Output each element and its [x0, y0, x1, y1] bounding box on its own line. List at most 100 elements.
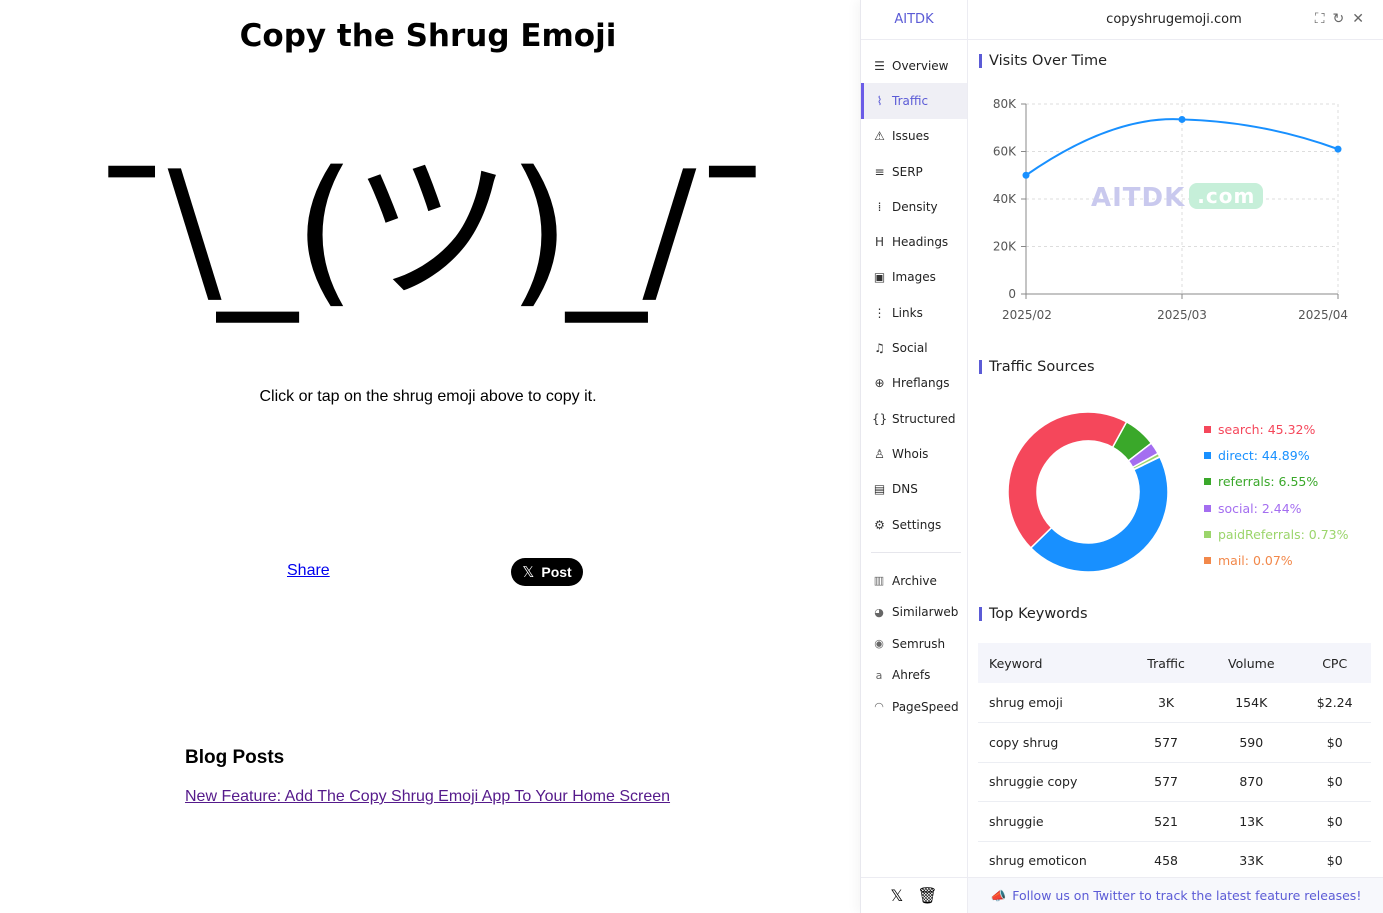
sidebar-item-hreflangs[interactable]: ⊕ Hreflangs: [861, 366, 967, 401]
sidebar-item-issues[interactable]: ⚠ Issues: [861, 119, 967, 154]
y-tick-label: 20K: [993, 240, 1017, 254]
table-cell: shrug emoji: [978, 683, 1128, 723]
sidebar-item-label: Headings: [892, 235, 949, 250]
y-tick-label: 0: [1008, 287, 1016, 301]
watermark: AITDK .com: [1091, 183, 1264, 213]
table-row[interactable]: shruggie copy 577 870 $0: [978, 762, 1371, 802]
user-search-icon: ♙: [874, 446, 885, 461]
column-header-keyword[interactable]: Keyword: [978, 643, 1128, 683]
x-logo-icon: 𝕏: [522, 564, 535, 581]
external-item-archive[interactable]: ▥ Archive: [861, 565, 967, 597]
crop-icon[interactable]: ⛶: [1315, 11, 1325, 27]
external-item-label: PageSpeed: [892, 699, 959, 714]
gear-icon: ⚙: [874, 517, 885, 532]
y-tick-label: 60K: [993, 145, 1017, 159]
topbar: copyshrugemoji.com ⛶ ↻ ✕: [968, 0, 1383, 40]
sidebar-item-links[interactable]: ⋮ Links: [861, 295, 967, 330]
shrug-emoji[interactable]: ¯\_(ツ)_/¯: [0, 95, 860, 365]
trash-icon[interactable]: 🗑: [917, 886, 937, 905]
legend-label: direct: 44.89%: [1218, 447, 1310, 463]
globe-icon: ⊕: [874, 376, 885, 391]
heading-icon: H: [874, 235, 885, 250]
twitter-follow-banner[interactable]: 📣 Follow us on Twitter to track the late…: [968, 877, 1383, 913]
sidebar-nav: ☰ Overview ⌇ Traffic ⚠ Issues ≡ SERP ⁞ Density H He…: [861, 48, 967, 542]
table-cell: 458: [1128, 841, 1205, 881]
legend-label: mail: 0.07%: [1218, 553, 1293, 569]
sidebar-item-density[interactable]: ⁞ Density: [861, 189, 967, 224]
refresh-icon[interactable]: ↻: [1333, 11, 1345, 27]
external-item-label: Ahrefs: [892, 668, 931, 683]
external-item-label: Archive: [892, 573, 937, 588]
close-icon[interactable]: ✕: [1352, 11, 1364, 27]
external-tools: ▥ Archive ◕ Similarweb ◉ Semrush a Ahrefs ◠ PageS…: [861, 565, 967, 723]
table-cell: shrug emoticon: [978, 841, 1128, 881]
x-twitter-icon[interactable]: 𝕏: [890, 886, 903, 905]
sidebar-item-whois[interactable]: ♙ Whois: [861, 436, 967, 471]
links-icon: ⋮: [873, 305, 886, 320]
share-link[interactable]: Share: [287, 562, 330, 580]
sidebar-item-settings[interactable]: ⚙ Settings: [861, 507, 967, 542]
sidebar-item-social[interactable]: ♫ Social: [861, 330, 967, 365]
legend-item-referrals[interactable]: referrals: 6.55%: [1204, 469, 1349, 495]
external-item-pagespeed[interactable]: ◠ PageSpeed: [861, 691, 967, 723]
sidebar-item-label: Links: [892, 305, 923, 320]
keywords-table: Keyword Traffic Volume CPC shrug emoji 3K 154…: [978, 643, 1371, 881]
table-cell: $0: [1298, 841, 1371, 881]
sidebar-item-headings[interactable]: H Headings: [861, 224, 967, 259]
sidebar-item-label: Overview: [892, 58, 949, 73]
legend-item-search[interactable]: search: 45.32%: [1204, 416, 1349, 442]
legend-swatch: [1204, 478, 1211, 486]
data-point: [1022, 171, 1030, 179]
external-item-semrush[interactable]: ◉ Semrush: [861, 628, 967, 660]
column-header-cpc[interactable]: CPC: [1298, 643, 1371, 683]
table-cell: 577: [1128, 722, 1205, 763]
external-item-similarweb[interactable]: ◕ Similarweb: [861, 597, 967, 629]
traffic-sources-donut: [1007, 411, 1169, 573]
external-item-label: Semrush: [892, 636, 946, 651]
sidebar-footer: 𝕏 🗑: [861, 877, 967, 913]
pagespeed-icon: ◠: [874, 700, 884, 714]
legend-swatch: [1204, 425, 1211, 433]
keywords-title: Top Keywords: [979, 607, 1088, 621]
post-label: Post: [541, 564, 572, 580]
external-item-ahrefs[interactable]: a Ahrefs: [861, 660, 967, 692]
legend-item-direct[interactable]: direct: 44.89%: [1204, 442, 1349, 468]
table-cell: shruggie copy: [978, 762, 1128, 802]
sidebar-item-serp[interactable]: ≡ SERP: [861, 154, 967, 189]
sidebar-item-label: Images: [892, 270, 936, 285]
table-row[interactable]: shrug emoji 3K 154K $2.24: [978, 683, 1371, 723]
legend-label: paidReferrals: 0.73%: [1218, 526, 1349, 542]
legend-label: social: 2.44%: [1218, 500, 1302, 516]
x-post-button[interactable]: 𝕏 Post: [511, 558, 583, 586]
table-cell: $0: [1298, 762, 1371, 802]
sidebar-item-label: Traffic: [892, 93, 929, 108]
sidebar-item-overview[interactable]: ☰ Overview: [861, 48, 967, 83]
blog-post-link[interactable]: New Feature: Add The Copy Shrug Emoji Ap…: [185, 788, 670, 806]
column-header-traffic[interactable]: Traffic: [1128, 643, 1205, 683]
legend-item-mail[interactable]: mail: 0.07%: [1204, 547, 1349, 573]
sidebar-item-label: Issues: [892, 129, 930, 144]
slice-direct: [1029, 455, 1169, 573]
legend-swatch: [1204, 530, 1211, 538]
external-item-label: Similarweb: [892, 605, 959, 620]
table-cell: 154K: [1204, 683, 1299, 723]
legend-swatch: [1204, 451, 1211, 459]
brand-logo[interactable]: AITDK: [861, 0, 967, 40]
table-row[interactable]: copy shrug 577 590 $0: [978, 722, 1371, 763]
legend-item-social[interactable]: social: 2.44%: [1204, 495, 1349, 521]
copy-instruction: Click or tap on the shrug emoji above to…: [259, 388, 597, 405]
column-header-volume[interactable]: Volume: [1204, 643, 1299, 683]
archive-icon: ▥: [873, 574, 885, 588]
social-icon: ♫: [874, 341, 885, 356]
aitdk-panel: AITDK ☰ Overview ⌇ Traffic ⚠ Issues ≡ SERP ⁞ Dens…: [860, 0, 1383, 913]
watermark-suffix: .com: [1189, 183, 1264, 209]
table-cell: $2.24: [1298, 683, 1371, 723]
sidebar-item-dns[interactable]: ▤ DNS: [861, 472, 967, 507]
x-tick-label: 2025/02: [1002, 308, 1052, 322]
table-row[interactable]: shruggie 521 13K $0: [978, 801, 1371, 842]
sidebar-item-traffic[interactable]: ⌇ Traffic: [861, 83, 967, 119]
sidebar-item-structured[interactable]: {} Structured: [861, 401, 967, 436]
table-row[interactable]: shrug emoticon 458 33K $0: [978, 841, 1371, 881]
legend-item-paidReferrals[interactable]: paidReferrals: 0.73%: [1204, 521, 1349, 547]
sidebar-item-images[interactable]: ▣ Images: [861, 260, 967, 295]
